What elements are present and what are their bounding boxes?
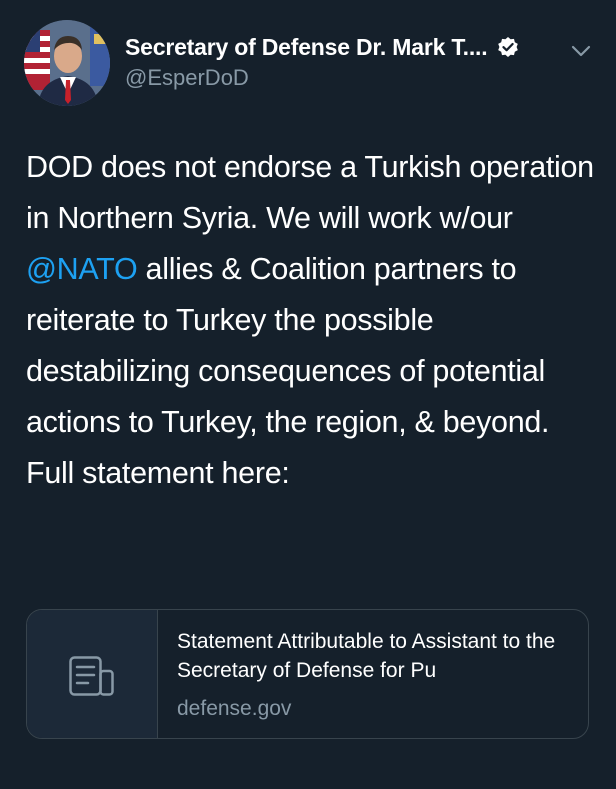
mention-link[interactable]: @NATO <box>26 252 138 286</box>
tweet: Secretary of Defense Dr. Mark T.... @Esp… <box>0 0 616 789</box>
timestamp-cutoff: ▂▂▂▂ ▂▂▂▂▂▂ ▂▂▂▂▂▂▂▂▂ <box>26 775 586 789</box>
tweet-text-part: DOD does not endorse a Turkish operation… <box>26 150 594 235</box>
link-card[interactable]: Statement Attributable to Assistant to t… <box>26 609 589 739</box>
tweet-header: Secretary of Defense Dr. Mark T.... @Esp… <box>24 18 594 108</box>
timestamp-fragment: ▂▂▂▂ ▂▂▂▂▂▂ ▂▂▂▂▂▂▂▂▂ <box>26 775 351 789</box>
author-handle[interactable]: @EsperDoD <box>125 65 565 91</box>
chevron-down-icon[interactable] <box>568 38 594 64</box>
card-text: Statement Attributable to Assistant to t… <box>177 627 582 723</box>
card-title: Statement Attributable to Assistant to t… <box>177 630 556 682</box>
tweet-text: DOD does not endorse a Turkish operation… <box>26 142 596 499</box>
card-thumbnail <box>27 610 158 738</box>
display-name[interactable]: Secretary of Defense Dr. Mark T.... <box>125 34 488 61</box>
tweet-text-part: allies & Coalition partners to reiterate… <box>26 252 550 490</box>
document-icon <box>69 656 114 696</box>
author-names: Secretary of Defense Dr. Mark T.... @Esp… <box>125 32 565 91</box>
avatar[interactable] <box>24 20 110 106</box>
card-domain: defense.gov <box>177 697 292 720</box>
display-name-row: Secretary of Defense Dr. Mark T.... <box>125 32 565 62</box>
verified-badge-icon <box>497 36 519 58</box>
